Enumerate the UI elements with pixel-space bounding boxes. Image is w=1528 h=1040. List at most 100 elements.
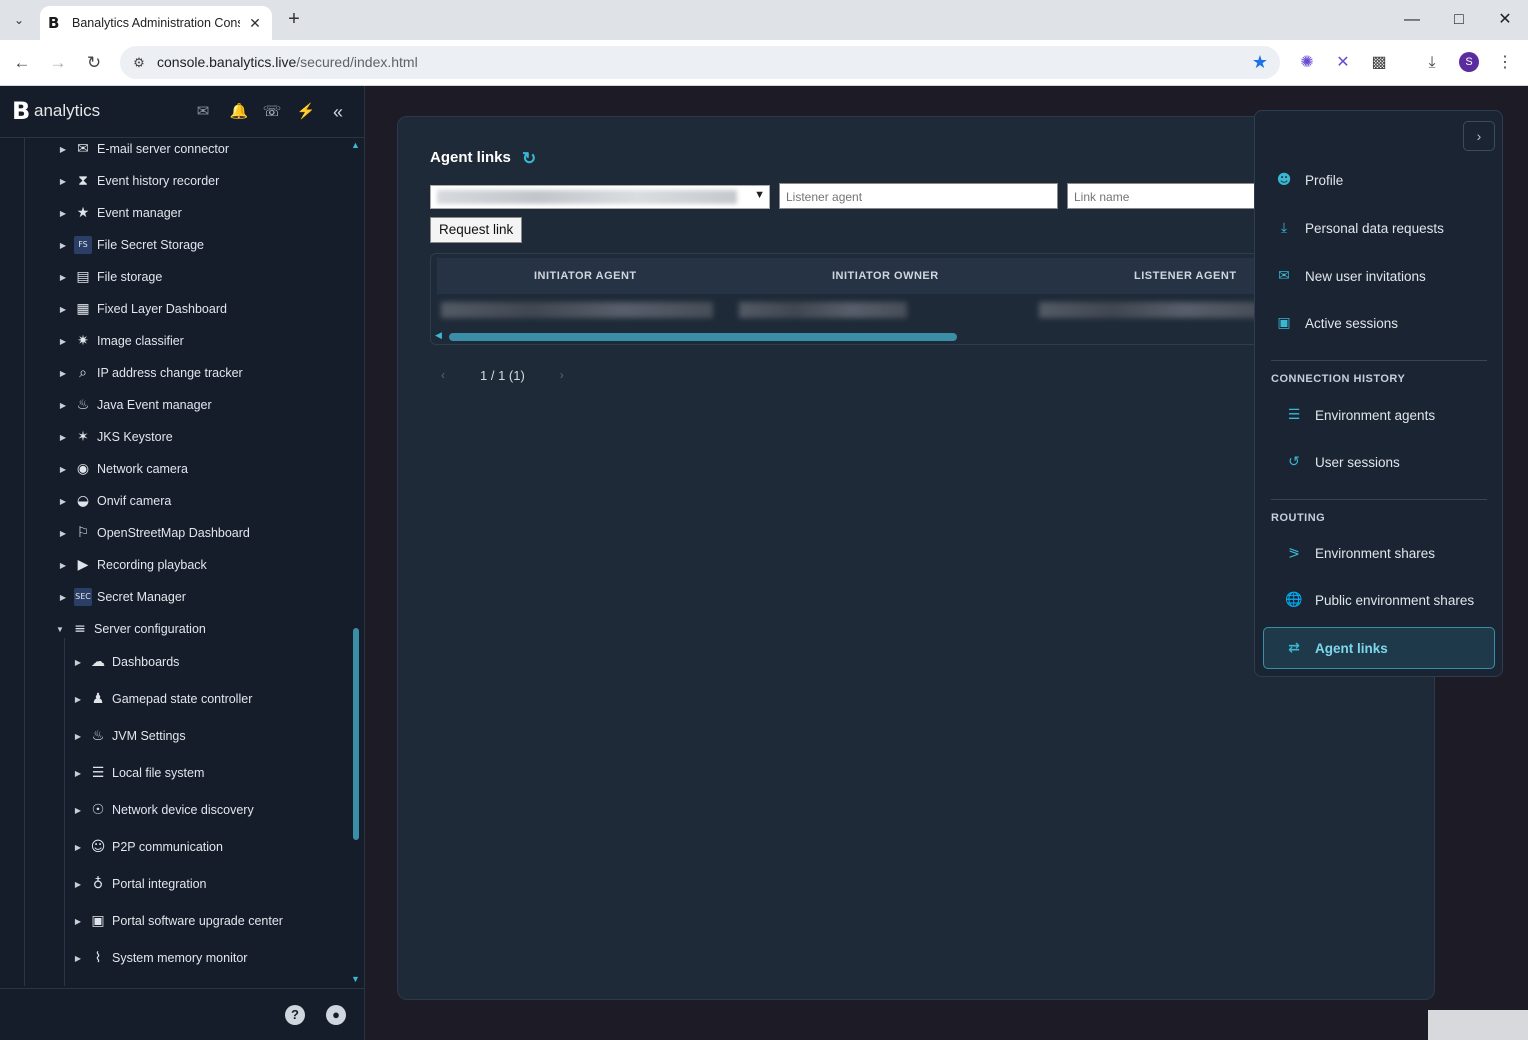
tree-item[interactable]: ▶ ♁ Portal integration — [73, 870, 207, 898]
menu-item-active-sessions[interactable]: ▣ Active sessions — [1275, 310, 1398, 336]
user-menu-icon[interactable]: ● — [326, 1005, 346, 1025]
tree-item[interactable]: ▶ ★ Event manager — [58, 199, 182, 227]
tree-item[interactable]: ▶ ◉ Network camera — [58, 455, 188, 483]
caret-right-icon[interactable]: ▶ — [58, 497, 68, 506]
caret-right-icon[interactable]: ▶ — [73, 880, 83, 889]
tree-item[interactable]: ▶ ▦ Fixed Layer Dashboard — [58, 295, 227, 323]
tree-item[interactable]: ▶ ✉ E-mail server connector — [58, 138, 229, 163]
sidebar-scrollbar-thumb[interactable] — [353, 628, 359, 840]
caret-right-icon[interactable]: ▶ — [58, 305, 68, 314]
caret-right-icon[interactable]: ▶ — [58, 369, 68, 378]
tree-item[interactable]: ▶ ♨ Java Event manager — [58, 391, 212, 419]
caret-right-icon[interactable]: ▶ — [58, 337, 68, 346]
menu-item-environment-shares[interactable]: ⪖ Environment shares — [1285, 540, 1435, 566]
menu-item-public-environment-shares[interactable]: 🌐 Public environment shares — [1285, 587, 1474, 613]
tree-item[interactable]: ▶ ⚐ OpenStreetMap Dashboard — [58, 519, 250, 547]
tree-item[interactable]: ▶ ⌇ System memory monitor — [73, 944, 248, 972]
caret-right-icon[interactable]: ▶ — [58, 177, 68, 186]
request-link-button[interactable]: Request link — [430, 217, 523, 243]
caret-right-icon[interactable]: ▶ — [73, 917, 83, 926]
caret-right-icon[interactable]: ▶ — [58, 593, 68, 602]
scroll-up-icon[interactable]: ▲ — [351, 140, 360, 150]
new-tab-icon[interactable]: + — [282, 8, 306, 32]
menu-item-agent-links-active[interactable]: ⇄ Agent links — [1263, 627, 1495, 669]
caret-right-icon[interactable]: ▶ — [73, 732, 83, 741]
caret-right-icon[interactable]: ▶ — [58, 273, 68, 282]
forward-icon[interactable]: → — [46, 51, 70, 75]
chevron-right-icon[interactable]: › — [1463, 121, 1495, 151]
address-bar[interactable]: ⚙ console.banalytics.live/secured/index.… — [120, 46, 1280, 79]
tree-item[interactable]: ▶ SEC Secret Manager — [58, 583, 186, 611]
tree-item[interactable]: ▶ ♨ JVM Settings — [73, 722, 186, 750]
listener-agent-input[interactable]: Listener agent — [779, 183, 1058, 209]
collapse-sidebar-icon[interactable]: « — [327, 101, 349, 123]
caret-right-icon[interactable]: ▶ — [73, 695, 83, 704]
tree-item[interactable]: ▶ ▤ File storage — [58, 263, 162, 291]
caret-down-icon[interactable]: ▼ — [55, 625, 65, 634]
caret-right-icon[interactable]: ▶ — [73, 769, 83, 778]
tree-item[interactable]: ▶ ✷ Image classifier — [58, 327, 184, 355]
tab-close-icon[interactable]: ✕ — [246, 15, 264, 32]
minimize-icon[interactable]: — — [1400, 8, 1424, 32]
browser-tab[interactable]: B Banalytics Administration Cons ✕ — [40, 6, 272, 40]
caret-right-icon[interactable]: ▶ — [73, 843, 83, 852]
tree-item[interactable]: ▶ ☉ Network device discovery — [73, 796, 254, 824]
caret-right-icon[interactable]: ▶ — [58, 561, 68, 570]
menu-item-profile[interactable]: ☻ Profile — [1275, 167, 1344, 193]
table-horizontal-scrollbar[interactable] — [449, 333, 957, 341]
tree-item[interactable]: ▶ ☺ P2P communication — [73, 833, 223, 861]
next-page-icon[interactable]: › — [549, 368, 575, 382]
tree-item[interactable]: ▶ ▶ Recording playback — [58, 551, 207, 579]
column-header[interactable]: INITIATOR AGENT — [534, 270, 637, 282]
caret-right-icon[interactable]: ▶ — [58, 465, 68, 474]
tree-item[interactable]: ▶ ☰ Local file system — [73, 759, 204, 787]
reload-icon[interactable]: ↻ — [82, 51, 106, 75]
caret-right-icon[interactable]: ▶ — [58, 241, 68, 250]
download-icon[interactable]: ⤓ — [1421, 52, 1443, 74]
tree-item[interactable]: ▶ ♟ Gamepad state controller — [73, 685, 252, 713]
tree-item[interactable]: ▶ FS File Secret Storage — [58, 231, 204, 259]
menu-item-user-sessions[interactable]: ↺ User sessions — [1285, 449, 1400, 475]
mail-icon[interactable]: ✉ — [192, 101, 214, 123]
caret-right-icon[interactable]: ▶ — [58, 145, 68, 154]
menu-item-personal-data-requests[interactable]: ⤓ Personal data requests — [1275, 215, 1444, 241]
profile-avatar[interactable]: S — [1459, 52, 1479, 72]
window-close-icon[interactable]: ✕ — [1493, 8, 1517, 32]
browser-menu-icon[interactable]: ⋮ — [1494, 52, 1516, 74]
caret-right-icon[interactable]: ▶ — [58, 401, 68, 410]
column-header[interactable]: LISTENER AGENT — [1134, 270, 1237, 282]
extension-x-icon[interactable]: ✕ — [1332, 52, 1354, 74]
prev-page-icon[interactable]: ‹ — [430, 368, 456, 382]
tree-item[interactable]: ▶ ▣ Portal software upgrade center — [73, 907, 283, 935]
tree-item[interactable]: ▶ ✶ JKS Keystore — [58, 423, 173, 451]
table-row[interactable] — [437, 296, 1289, 324]
help-icon[interactable]: ? — [285, 1005, 305, 1025]
link-name-input[interactable]: Link name — [1067, 183, 1267, 209]
menu-item-environment-agents[interactable]: ☰ Environment agents — [1285, 402, 1435, 428]
phone-icon[interactable]: ☏ — [261, 101, 283, 123]
caret-right-icon[interactable]: ▶ — [73, 954, 83, 963]
scroll-left-icon[interactable]: ◀ — [435, 330, 442, 341]
refresh-icon[interactable]: ↻ — [522, 149, 536, 169]
tree-item[interactable]: ▶ ◒ Onvif camera — [58, 487, 171, 515]
site-info-icon[interactable]: ⚙ — [130, 54, 148, 72]
caret-right-icon[interactable]: ▶ — [58, 209, 68, 218]
plug-icon[interactable]: ⚡ — [295, 101, 317, 123]
tree-item[interactable]: ▶ ⌕ IP address change tracker — [58, 359, 243, 387]
tree-item[interactable]: ▶ ⧗ Event history recorder — [58, 167, 219, 195]
caret-right-icon[interactable]: ▶ — [73, 806, 83, 815]
tab-search-icon[interactable]: ⌄ — [8, 9, 30, 31]
column-header[interactable]: INITIATOR OWNER — [832, 270, 939, 282]
caret-right-icon[interactable]: ▶ — [58, 433, 68, 442]
extension-gear-icon[interactable]: ✺ — [1296, 52, 1318, 74]
bookmark-star-icon[interactable]: ★ — [1252, 52, 1268, 73]
caret-right-icon[interactable]: ▶ — [58, 529, 68, 538]
bell-icon[interactable]: 🔔 — [228, 101, 250, 123]
extensions-puzzle-icon[interactable]: ▩ — [1368, 52, 1390, 74]
scroll-down-icon[interactable]: ▼ — [351, 974, 360, 984]
menu-item-new-user-invitations[interactable]: ✉ New user invitations — [1275, 263, 1426, 289]
back-icon[interactable]: ← — [10, 51, 34, 75]
caret-right-icon[interactable]: ▶ — [73, 658, 83, 667]
tree-item[interactable]: ▶ ☁ Dashboards — [73, 648, 179, 676]
initiator-agent-select[interactable]: ▼ — [430, 185, 770, 209]
